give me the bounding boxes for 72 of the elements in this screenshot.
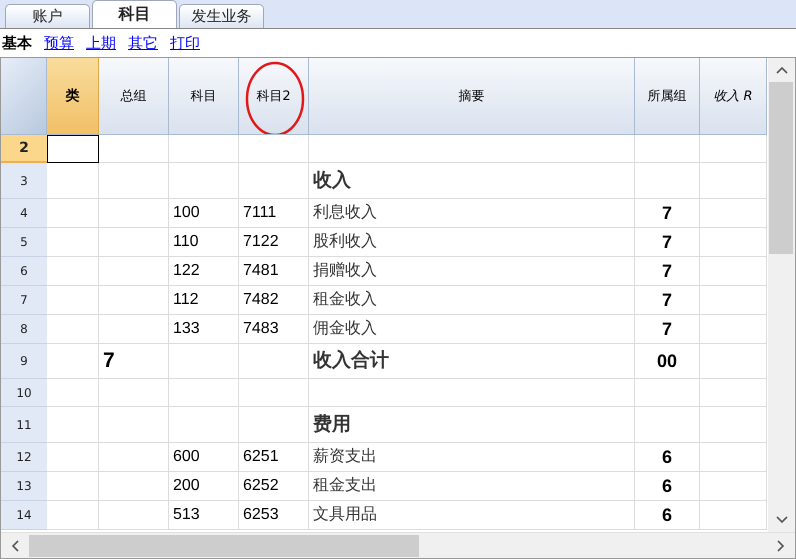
- table-cell: 7: [635, 228, 700, 257]
- row-number[interactable]: 4: [1, 199, 47, 228]
- table-cell: 112: [169, 286, 239, 315]
- table-cell: 7: [635, 199, 700, 228]
- table-cell: 7: [99, 344, 169, 379]
- view-link[interactable]: 其它: [128, 34, 158, 52]
- table-cell: 110: [169, 228, 239, 257]
- column-header[interactable]: 总组: [99, 58, 169, 135]
- table-cell: 文具用品: [309, 501, 635, 530]
- table-cell: 6: [635, 472, 700, 501]
- table-cell: 佣金收入: [309, 315, 635, 344]
- column-header[interactable]: 科目: [169, 58, 239, 135]
- scrollbar-thumb[interactable]: [769, 82, 793, 254]
- table-cell: 513: [169, 501, 239, 530]
- table-cell: 7: [635, 257, 700, 286]
- tab[interactable]: 账户: [5, 4, 90, 28]
- table-cell: 6252: [239, 472, 309, 501]
- table-cell: 7482: [239, 286, 309, 315]
- table-cell: 费用: [309, 407, 635, 443]
- row-number[interactable]: 11: [1, 407, 47, 443]
- scroll-right-icon[interactable]: [777, 540, 785, 552]
- table-cell: 600: [169, 443, 239, 472]
- table-cell: 133: [169, 315, 239, 344]
- row-number[interactable]: 14: [1, 501, 47, 530]
- view-link[interactable]: 预算: [44, 34, 74, 52]
- table-cell: 7: [635, 315, 700, 344]
- row-number[interactable]: 7: [1, 286, 47, 315]
- table-cell: 薪资支出: [309, 443, 635, 472]
- table-cell: 租金支出: [309, 472, 635, 501]
- table-cell: 200: [169, 472, 239, 501]
- column-header[interactable]: 所属组: [635, 58, 700, 135]
- scroll-up-icon[interactable]: [776, 66, 788, 74]
- table-cell: 6: [635, 501, 700, 530]
- row-number[interactable]: 6: [1, 257, 47, 286]
- table-cell: 收入合计: [309, 344, 635, 379]
- scrollbar-thumb[interactable]: [29, 534, 419, 556]
- table-cell: 00: [635, 344, 700, 379]
- table-cell: 捐赠收入: [309, 257, 635, 286]
- table-cell: 6: [635, 443, 700, 472]
- table-cell: 122: [169, 257, 239, 286]
- table-cell: 100: [169, 199, 239, 228]
- table-cell: 收入: [309, 163, 635, 199]
- table-cell: 6253: [239, 501, 309, 530]
- row-number[interactable]: 3: [1, 163, 47, 199]
- table-cell: 租金收入: [309, 286, 635, 315]
- table-cell: 6251: [239, 443, 309, 472]
- view-tab[interactable]: 基本: [2, 34, 32, 52]
- row-number[interactable]: 9: [1, 344, 47, 379]
- tab[interactable]: 科目: [92, 0, 177, 28]
- column-header[interactable]: 类: [47, 58, 99, 135]
- table-cell: 股利收入: [309, 228, 635, 257]
- table-cell: 7481: [239, 257, 309, 286]
- table-cell: 利息收入: [309, 199, 635, 228]
- table-cell: 7122: [239, 228, 309, 257]
- row-number[interactable]: 10: [1, 379, 47, 407]
- table-cell: 7111: [239, 199, 309, 228]
- column-header[interactable]: 收入 R: [700, 58, 767, 135]
- table-cell: 7: [635, 286, 700, 315]
- row-number[interactable]: 8: [1, 315, 47, 344]
- row-number[interactable]: 13: [1, 472, 47, 501]
- row-number[interactable]: 5: [1, 228, 47, 257]
- column-header[interactable]: 摘要: [309, 58, 635, 135]
- scroll-down-icon[interactable]: [776, 516, 788, 524]
- row-number[interactable]: 12: [1, 443, 47, 472]
- row-number[interactable]: 2: [1, 135, 47, 163]
- view-link[interactable]: 打印: [170, 34, 200, 52]
- tab[interactable]: 发生业务: [179, 4, 264, 28]
- selected-cell[interactable]: [47, 135, 99, 163]
- scroll-left-icon[interactable]: [11, 540, 19, 552]
- column-header[interactable]: 科目2: [239, 58, 309, 135]
- table-cell: 7483: [239, 315, 309, 344]
- view-link[interactable]: 上期: [86, 34, 116, 52]
